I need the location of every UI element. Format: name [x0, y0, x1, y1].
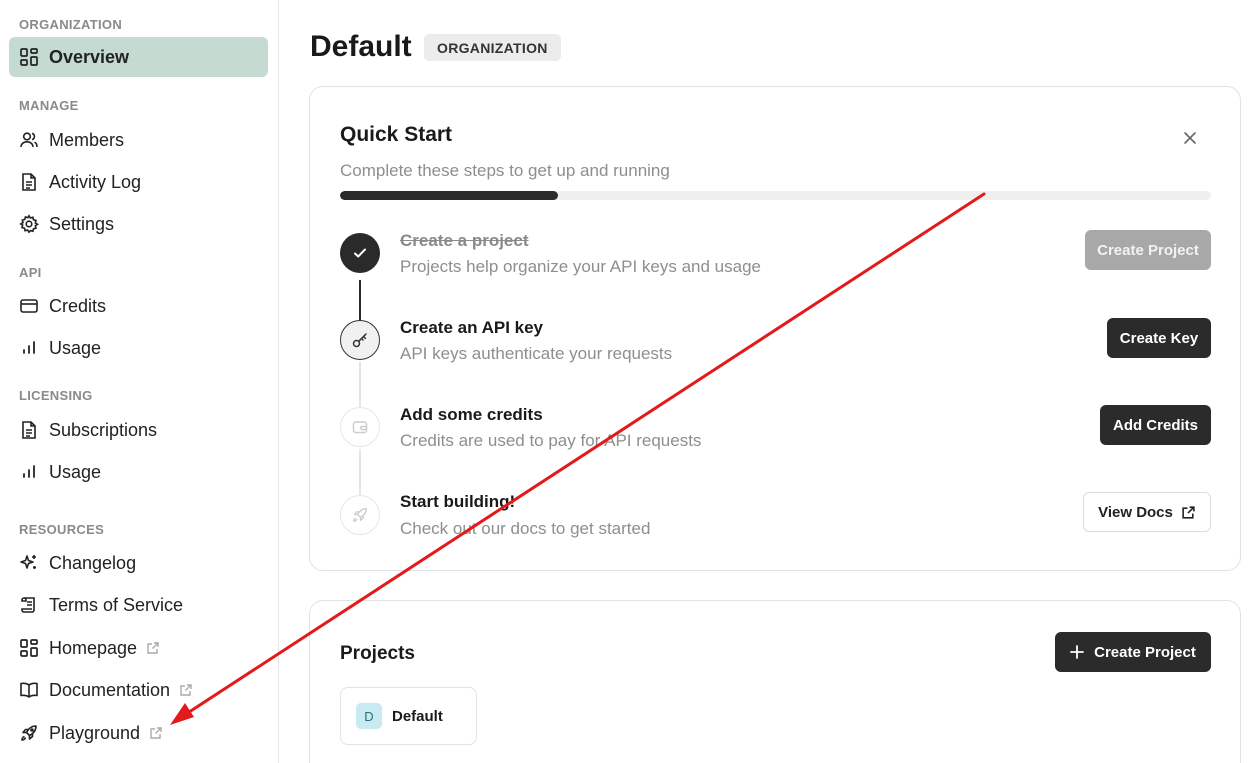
step-description: API keys authenticate your requests: [400, 344, 673, 363]
sidebar-item-subscriptions[interactable]: Subscriptions: [9, 410, 268, 450]
sidebar-item-label: Usage: [49, 337, 102, 358]
sidebar-item-usage[interactable]: Usage: [9, 328, 268, 368]
users-icon: [19, 130, 39, 150]
rocket-icon: [351, 506, 369, 524]
scroll-icon: [19, 595, 39, 615]
section-label-api: API: [19, 265, 42, 280]
sidebar-item-label: Settings: [49, 213, 115, 234]
sidebar-item-label: Credits: [49, 295, 107, 316]
sparkles-icon: [19, 553, 39, 573]
layout-grid-icon: [19, 47, 39, 67]
progress-bar: [340, 191, 1211, 200]
sidebar-item-homepage[interactable]: Homepage: [9, 628, 268, 668]
projects-title: Projects: [340, 643, 415, 664]
bar-chart-icon: [19, 462, 39, 482]
create-project-step-button[interactable]: Create Project: [1085, 230, 1211, 270]
section-label-resources: RESOURCES: [19, 522, 105, 537]
step-todo-indicator: [340, 407, 380, 447]
sidebar-item-settings[interactable]: Settings: [9, 204, 268, 244]
layout-grid-icon: [19, 638, 39, 658]
progress-fill: [340, 191, 558, 200]
projects-card: Projects Create Project D Default: [309, 600, 1241, 763]
sidebar-item-label: Changelog: [49, 552, 137, 573]
section-label-licensing: LICENSING: [19, 388, 93, 403]
credit-card-icon: [19, 296, 39, 316]
sidebar-item-label: Documentation: [49, 679, 171, 700]
quick-start-card: Quick Start Complete these steps to get …: [309, 86, 1241, 571]
project-name: Default: [392, 707, 443, 725]
sidebar-item-changelog[interactable]: Changelog: [9, 543, 268, 583]
timeline-connector: [359, 362, 361, 412]
sidebar-item-label: Subscriptions: [49, 419, 158, 440]
external-link-icon: [1181, 505, 1196, 520]
external-link-icon: [146, 641, 160, 655]
step-description: Projects help organize your API keys and…: [400, 257, 761, 276]
sidebar-item-activity-log[interactable]: Activity Log: [9, 162, 268, 202]
gear-icon: [19, 214, 39, 234]
sidebar-item-label: Homepage: [49, 637, 138, 658]
step-title: Start building!: [400, 492, 516, 511]
wallet-icon: [351, 418, 369, 436]
add-credits-button[interactable]: Add Credits: [1100, 405, 1211, 445]
project-avatar: D: [356, 703, 382, 729]
step-current-indicator: [340, 320, 380, 360]
bar-chart-icon: [19, 338, 39, 358]
page-title: Default: [310, 30, 412, 63]
section-label-organization: ORGANIZATION: [19, 17, 123, 32]
quick-start-title: Quick Start: [340, 123, 453, 146]
close-icon[interactable]: [1179, 127, 1201, 149]
sidebar-item-overview[interactable]: Overview: [9, 37, 268, 77]
step-description: Credits are used to pay for API requests: [400, 431, 702, 450]
sidebar-item-label: Activity Log: [49, 171, 142, 192]
timeline-connector: [359, 280, 361, 324]
external-link-icon: [179, 683, 193, 697]
sidebar-item-label: Overview: [49, 46, 130, 67]
book-open-icon: [19, 680, 39, 700]
step-done-indicator: [340, 233, 380, 273]
organization-badge: ORGANIZATION: [424, 34, 561, 61]
sidebar: ORGANIZATION Overview MANAGE Members Act…: [0, 0, 279, 763]
step-title: Create an API key: [400, 318, 543, 337]
sidebar-item-label: Usage: [49, 461, 102, 482]
step-description: Check out our docs to get started: [400, 519, 651, 538]
external-link-icon: [149, 726, 163, 740]
create-key-button[interactable]: Create Key: [1107, 318, 1211, 358]
step-title: Create a project: [400, 231, 529, 250]
view-docs-button[interactable]: View Docs: [1083, 492, 1211, 532]
create-project-label: Create Project: [1094, 643, 1196, 661]
step-todo-indicator: [340, 495, 380, 535]
check-icon: [351, 244, 369, 262]
file-text-icon: [19, 172, 39, 192]
step-title: Add some credits: [400, 405, 543, 424]
sidebar-item-licensing-usage[interactable]: Usage: [9, 452, 268, 492]
project-tile[interactable]: D Default: [340, 687, 477, 745]
plus-icon: [1070, 645, 1085, 659]
sidebar-item-documentation[interactable]: Documentation: [9, 670, 268, 710]
quick-start-subtitle: Complete these steps to get up and runni…: [340, 161, 670, 180]
sidebar-item-label: Terms of Service: [49, 594, 184, 615]
sidebar-item-playground[interactable]: Playground: [9, 713, 268, 753]
sidebar-item-label: Playground: [49, 722, 141, 743]
key-icon: [351, 331, 369, 349]
view-docs-label: View Docs: [1098, 503, 1173, 521]
sidebar-item-credits[interactable]: Credits: [9, 286, 268, 326]
sidebar-item-terms-of-service[interactable]: Terms of Service: [9, 585, 268, 625]
sidebar-item-label: Members: [49, 129, 125, 150]
timeline-connector: [359, 449, 361, 499]
file-text-icon: [19, 420, 39, 440]
sidebar-item-members[interactable]: Members: [9, 120, 268, 160]
create-project-button[interactable]: Create Project: [1055, 632, 1211, 672]
section-label-manage: MANAGE: [19, 98, 79, 113]
rocket-icon: [19, 723, 39, 743]
